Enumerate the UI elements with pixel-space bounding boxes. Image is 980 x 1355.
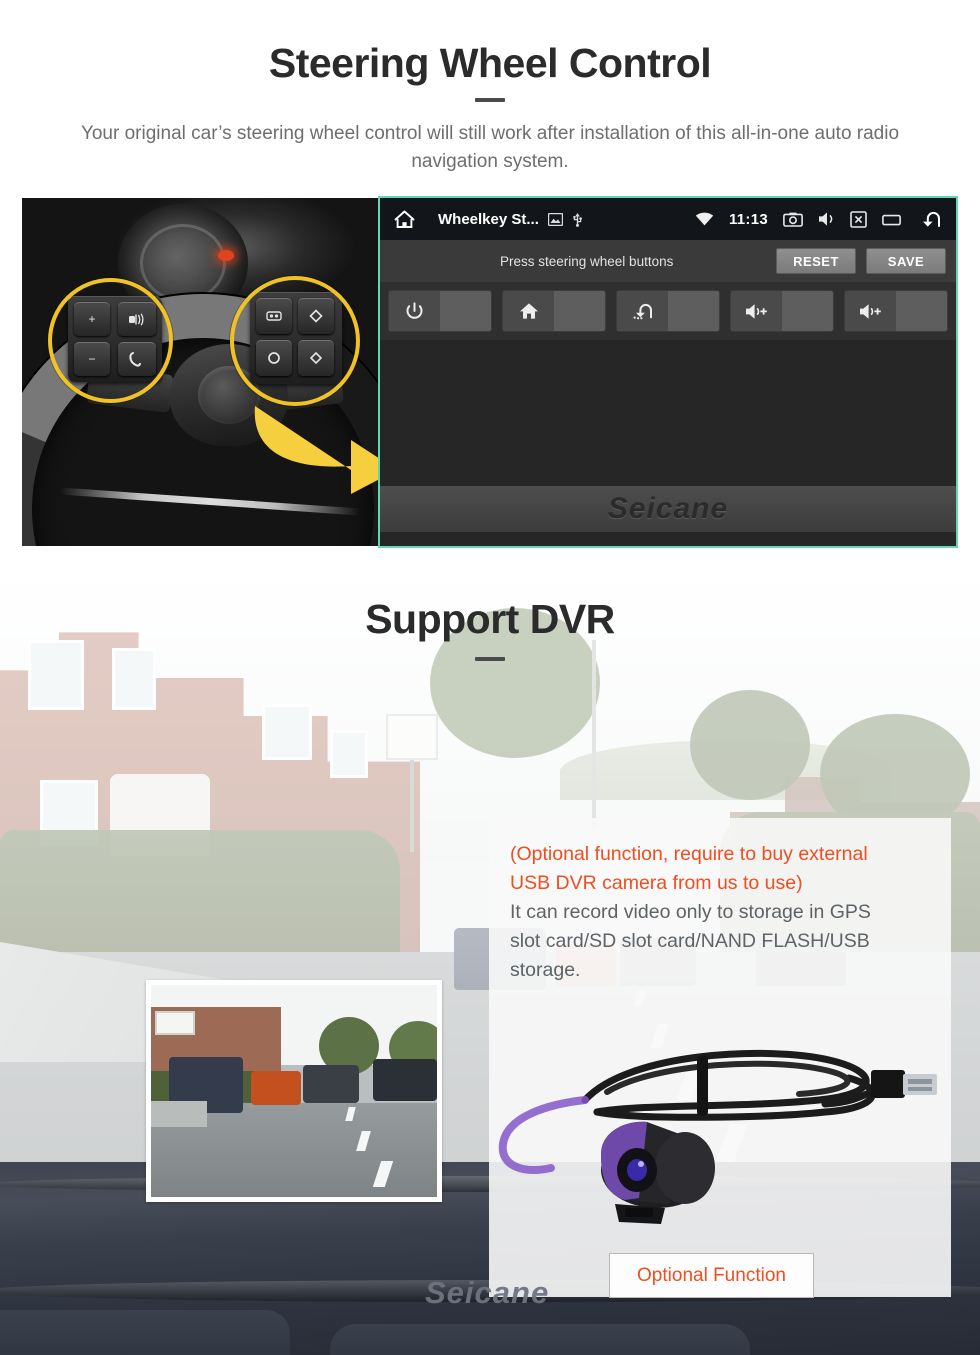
thumb-car [251,1071,301,1105]
dvr-body-line-2: slot card/SD slot card/NAND FLASH/USB [510,930,870,952]
optional-note-line-2: USB DVR camera from us to use) [510,872,803,894]
screenshot-icon[interactable] [783,212,803,227]
usb-icon [572,211,583,227]
key-cell-home[interactable] [502,290,606,332]
home-icon[interactable] [394,210,415,229]
key-cell-value [668,291,719,331]
dvr-body-line-3: storage. [510,959,581,981]
thumb-sign [155,1011,195,1035]
steering-wheel-control-section: Steering Wheel Control Your original car… [0,0,980,562]
recent-apps-icon[interactable] [882,213,901,226]
dashcam-footage-thumbnail [146,980,442,1202]
back-arrow-icon[interactable] [916,211,942,228]
sd-card-icon [547,212,563,226]
instruction-text: Press steering wheel buttons [500,253,674,269]
head-unit-watermark-bar: Seicane [380,486,956,532]
dvr-description: (Optional function, require to buy exter… [510,840,934,985]
highlight-circle-right [230,276,360,406]
dashboard-vent [0,1310,290,1355]
save-button[interactable]: SAVE [866,248,946,274]
usb-dvr-camera-product-image [489,1008,951,1238]
wheelkey-toolbar: Press steering wheel buttons RESET SAVE [380,240,956,282]
clock: 11:13 [728,210,768,228]
dvr-info-panel: (Optional function, require to buy exter… [489,818,951,1297]
dvr-page-title: Support DVR [365,596,615,642]
section-subtitle: Your original car’s steering wheel contr… [80,123,900,172]
app-title: Wheelkey St... [438,210,539,228]
optional-function-button[interactable]: Optional Function [609,1253,814,1298]
key-cell-power[interactable] [388,290,492,332]
title-divider [475,98,505,102]
dvr-watermark: Seicane [425,1275,549,1311]
pointer-arrow [247,396,378,496]
steering-wheel-photo: + − [22,198,378,546]
back-icon [617,291,668,331]
thumb-car [303,1065,359,1103]
power-icon [389,291,440,331]
dvr-body-line-1: It can record video only to storage in G… [510,901,871,923]
head-unit-screen: Wheelkey St... 11:13 Press steering whee… [378,196,958,548]
wifi-icon [695,212,714,226]
brand-watermark: Seicane [607,492,729,525]
page-title: Steering Wheel Control [268,40,712,86]
key-cell-value [782,291,833,331]
reset-button[interactable]: RESET [776,248,856,274]
home-icon [503,291,554,331]
dvr-title-divider [475,657,505,661]
volume-up-icon [845,291,896,331]
curved-arrow-icon [254,406,378,494]
key-cell-value [896,291,947,331]
highlight-circle-left [48,278,173,403]
key-cell-volume-up-2[interactable] [844,290,948,332]
volume-up-icon [731,291,782,331]
key-cell-volume-up-1[interactable] [730,290,834,332]
android-status-bar: Wheelkey St... 11:13 [380,198,956,240]
key-cell-back[interactable] [616,290,720,332]
mute-speaker-icon[interactable] [818,211,835,227]
thumb-car [373,1059,437,1101]
head-unit-content-area: Seicane [380,340,956,546]
brand-watermark: Seicane [425,1275,550,1310]
key-cell-value [554,291,605,331]
screen-off-icon[interactable] [850,210,867,228]
warning-telltale-light [218,250,234,261]
dashboard-panel [330,1324,750,1355]
hub-badge [200,394,204,403]
key-cell-value [440,291,491,331]
optional-note-line-1: (Optional function, require to buy exter… [510,843,868,865]
wheelkey-assignment-row [380,282,956,340]
thumb-pavement [151,1101,207,1127]
